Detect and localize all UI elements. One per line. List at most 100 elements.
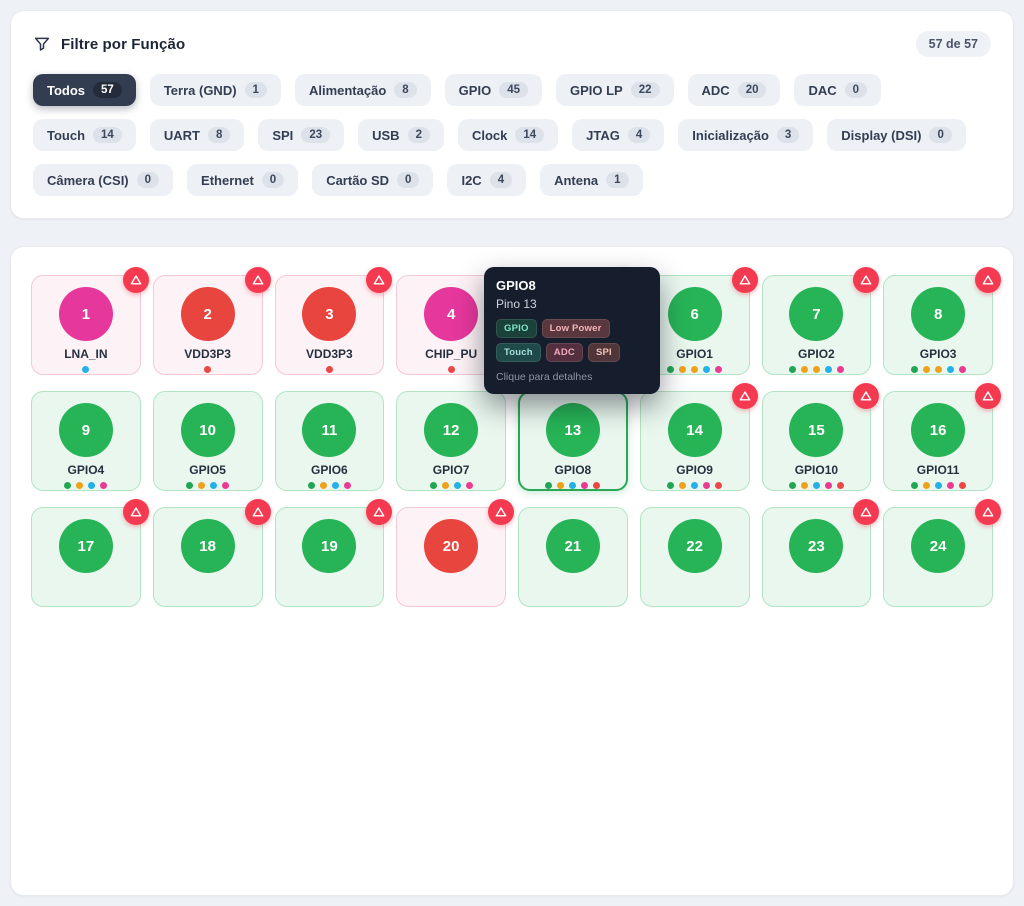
filter-chip-usb[interactable]: USB2 xyxy=(358,119,444,151)
pin-card-1[interactable]: 1LNA_IN xyxy=(31,275,141,375)
tooltip-title: GPIO8 xyxy=(496,278,648,293)
chip-count-badge: 0 xyxy=(845,82,867,98)
pin-card-8[interactable]: 8GPIO3 xyxy=(883,275,993,375)
function-dot-pink xyxy=(837,366,844,373)
pin-card-16[interactable]: 16GPIO11 xyxy=(883,391,993,491)
function-dot-pink xyxy=(959,366,966,373)
function-dots xyxy=(911,366,966,373)
function-dot-orange xyxy=(679,482,686,489)
function-dots xyxy=(667,366,722,373)
filter-chip-display-dsi[interactable]: Display (DSI)0 xyxy=(827,119,966,151)
pin-card-3[interactable]: 3VDD3P3 xyxy=(275,275,385,375)
tooltip-pin-number: Pino 13 xyxy=(496,297,648,311)
chip-label: ADC xyxy=(702,83,730,98)
function-dot-cyan xyxy=(813,482,820,489)
filter-title: Filtre por Função xyxy=(61,36,185,53)
function-dot-red xyxy=(593,482,600,489)
filter-chip-todos[interactable]: Todos57 xyxy=(33,74,136,106)
chip-label: Touch xyxy=(47,128,85,143)
pin-label: GPIO9 xyxy=(676,463,713,477)
chip-count-badge: 45 xyxy=(499,82,528,98)
filter-chip-adc[interactable]: ADC20 xyxy=(688,74,781,106)
function-dot-red xyxy=(204,366,211,373)
function-dot-cyan xyxy=(454,482,461,489)
pin-card-13[interactable]: 13GPIO8 xyxy=(518,391,628,491)
chip-label: USB xyxy=(372,128,399,143)
pin-number: 18 xyxy=(181,519,235,573)
pin-card-10[interactable]: 10GPIO5 xyxy=(153,391,263,491)
filter-chip-gpio[interactable]: GPIO45 xyxy=(445,74,542,106)
function-dot-green xyxy=(789,482,796,489)
function-dot-pink xyxy=(947,482,954,489)
chip-count-badge: 8 xyxy=(208,127,230,143)
filter-chip-i2c[interactable]: I2C4 xyxy=(447,164,526,196)
pin-card-11[interactable]: 11GPIO6 xyxy=(275,391,385,491)
pin-card-2[interactable]: 2VDD3P3 xyxy=(153,275,263,375)
function-dot-orange xyxy=(442,482,449,489)
filter-chip-c-mera-csi[interactable]: Câmera (CSI)0 xyxy=(33,164,173,196)
function-dot-cyan xyxy=(88,482,95,489)
filter-chip-terra-gnd[interactable]: Terra (GND)1 xyxy=(150,74,281,106)
pin-number: 20 xyxy=(424,519,478,573)
tooltip-function-badges: GPIOLow PowerTouchADCSPI xyxy=(496,319,648,362)
pin-label: GPIO1 xyxy=(676,347,713,361)
filter-chip-clock[interactable]: Clock14 xyxy=(458,119,558,151)
filter-chip-cart-o-sd[interactable]: Cartão SD0 xyxy=(312,164,433,196)
pin-card-15[interactable]: 15GPIO10 xyxy=(762,391,872,491)
function-dot-pink xyxy=(715,366,722,373)
pin-number: 12 xyxy=(424,403,478,457)
pin-number: 19 xyxy=(302,519,356,573)
chip-label: UART xyxy=(164,128,200,143)
function-dot-red xyxy=(326,366,333,373)
pin-card-14[interactable]: 14GPIO9 xyxy=(640,391,750,491)
pin-card-9[interactable]: 9GPIO4 xyxy=(31,391,141,491)
warning-icon xyxy=(732,267,758,293)
filter-chip-dac[interactable]: DAC0 xyxy=(794,74,881,106)
pin-number: 7 xyxy=(789,287,843,341)
pin-card-23[interactable]: 23 xyxy=(762,507,872,607)
chip-label: Alimentação xyxy=(309,83,386,98)
filter-chip-alimenta-o[interactable]: Alimentação8 xyxy=(295,74,431,106)
pin-card-18[interactable]: 18 xyxy=(153,507,263,607)
function-dot-green xyxy=(789,366,796,373)
function-dots xyxy=(82,366,89,373)
function-dot-green xyxy=(667,366,674,373)
warning-icon xyxy=(975,383,1001,409)
pin-card-17[interactable]: 17 xyxy=(31,507,141,607)
chip-label: Terra (GND) xyxy=(164,83,237,98)
function-dots xyxy=(545,482,600,489)
function-dot-orange xyxy=(801,482,808,489)
chip-count-badge: 4 xyxy=(628,127,650,143)
pin-number: 6 xyxy=(668,287,722,341)
chip-label: Ethernet xyxy=(201,173,254,188)
function-dot-green xyxy=(308,482,315,489)
pin-card-24[interactable]: 24 xyxy=(883,507,993,607)
pin-card-20[interactable]: 20 xyxy=(396,507,506,607)
chip-count-badge: 0 xyxy=(397,172,419,188)
pin-label: GPIO5 xyxy=(189,463,226,477)
filter-header: Filtre por Função 57 de 57 xyxy=(33,31,991,57)
pin-card-22[interactable]: 22 xyxy=(640,507,750,607)
function-dot-green xyxy=(667,482,674,489)
pin-label: GPIO3 xyxy=(920,347,957,361)
filter-chip-gpio-lp[interactable]: GPIO LP22 xyxy=(556,74,674,106)
pin-label: VDD3P3 xyxy=(184,347,231,361)
function-dot-orange xyxy=(679,366,686,373)
filter-chip-ethernet[interactable]: Ethernet0 xyxy=(187,164,298,196)
filter-chip-jtag[interactable]: JTAG4 xyxy=(572,119,664,151)
pin-card-21[interactable]: 21 xyxy=(518,507,628,607)
pin-card-19[interactable]: 19 xyxy=(275,507,385,607)
filter-chip-antena[interactable]: Antena1 xyxy=(540,164,642,196)
filter-chip-uart[interactable]: UART 8 xyxy=(150,119,245,151)
filter-chip-spi[interactable]: SPI23 xyxy=(258,119,344,151)
chip-count-badge: 14 xyxy=(515,127,544,143)
filter-chip-inicializa-o[interactable]: Inicialização3 xyxy=(678,119,813,151)
pin-label: GPIO2 xyxy=(798,347,835,361)
function-dot-green xyxy=(430,482,437,489)
filter-chip-touch[interactable]: Touch14 xyxy=(33,119,136,151)
page: Filtre por Função 57 de 57 Todos57 Terra … xyxy=(0,0,1024,906)
pin-card-12[interactable]: 12GPIO7 xyxy=(396,391,506,491)
warning-icon xyxy=(366,267,392,293)
warning-icon xyxy=(366,499,392,525)
pin-card-7[interactable]: 7 GPIO2 xyxy=(762,275,872,375)
